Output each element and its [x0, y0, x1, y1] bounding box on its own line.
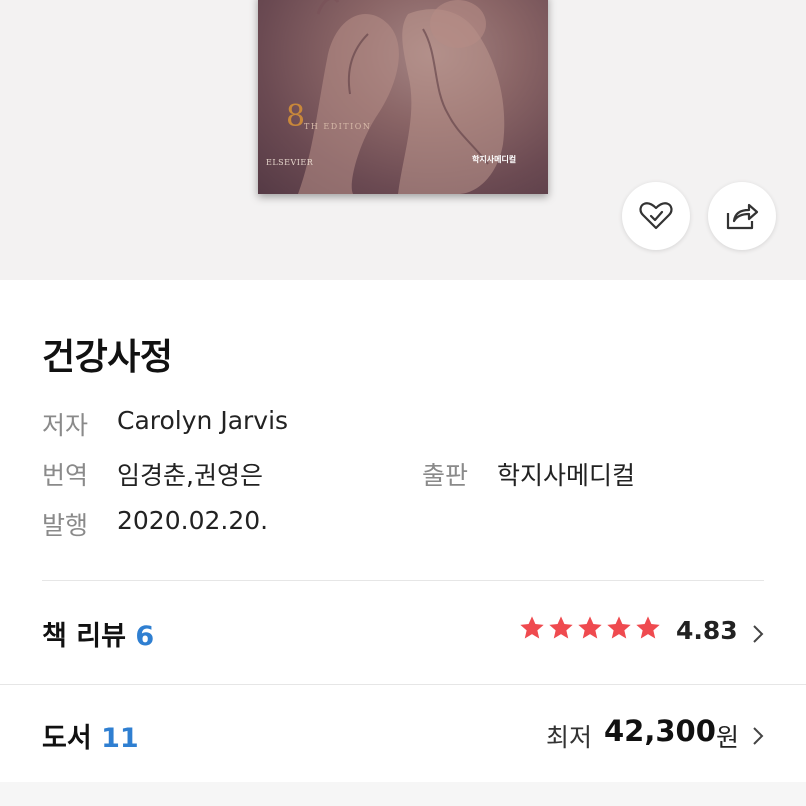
- star-icon: [520, 616, 544, 639]
- star-icon: [607, 616, 631, 639]
- rating-value: 4.83: [676, 616, 738, 645]
- divider: [42, 580, 764, 581]
- lowest-price-label: 최저: [546, 723, 593, 752]
- listings-heading: 도서 11: [42, 716, 139, 755]
- star-icon: [578, 616, 602, 639]
- listings-label: 도서: [42, 723, 92, 754]
- translator-label: 번역: [42, 461, 89, 490]
- heart-check-icon: [639, 202, 673, 230]
- price-currency-unit: 원: [716, 723, 740, 752]
- chevron-right-icon[interactable]: [752, 624, 764, 644]
- book-title: 건강사정: [42, 337, 173, 378]
- divider: [0, 684, 806, 685]
- cover-local-publisher-logo: 학지사메디컬: [472, 155, 517, 164]
- cover-edition-number: 8: [286, 99, 306, 134]
- listings-count: 11: [101, 723, 139, 754]
- published-date-value: 2020.02.20.: [117, 506, 269, 535]
- reviews-count: 6: [135, 621, 155, 652]
- published-date-label: 발행: [42, 511, 89, 540]
- share-icon: [726, 203, 759, 230]
- reviews-heading: 책 리뷰 6: [42, 614, 154, 653]
- rating-stars: [518, 614, 662, 642]
- share-button[interactable]: [708, 182, 776, 250]
- author-label: 저자: [42, 411, 89, 440]
- section-separator-band: [0, 782, 806, 806]
- chevron-right-icon[interactable]: [752, 726, 764, 746]
- book-cover-image[interactable]: 8 TH EDITION ELSEVIER 학지사메디컬: [258, 0, 548, 194]
- star-icon: [636, 616, 660, 639]
- hero-area: 8 TH EDITION ELSEVIER 학지사메디컬: [0, 0, 806, 280]
- publisher-value: 학지사메디컬: [497, 461, 636, 490]
- publisher-label: 출판: [422, 461, 469, 490]
- author-value: Carolyn Jarvis: [117, 406, 289, 435]
- lowest-price-value: 42,300: [604, 714, 716, 748]
- like-button[interactable]: [622, 182, 690, 250]
- reviews-label: 책 리뷰: [42, 621, 126, 652]
- cover-publisher-logo: ELSEVIER: [266, 158, 314, 167]
- cover-edition-text: TH EDITION: [304, 122, 372, 131]
- translator-value: 임경춘,권영은: [117, 461, 263, 490]
- star-icon: [549, 616, 573, 639]
